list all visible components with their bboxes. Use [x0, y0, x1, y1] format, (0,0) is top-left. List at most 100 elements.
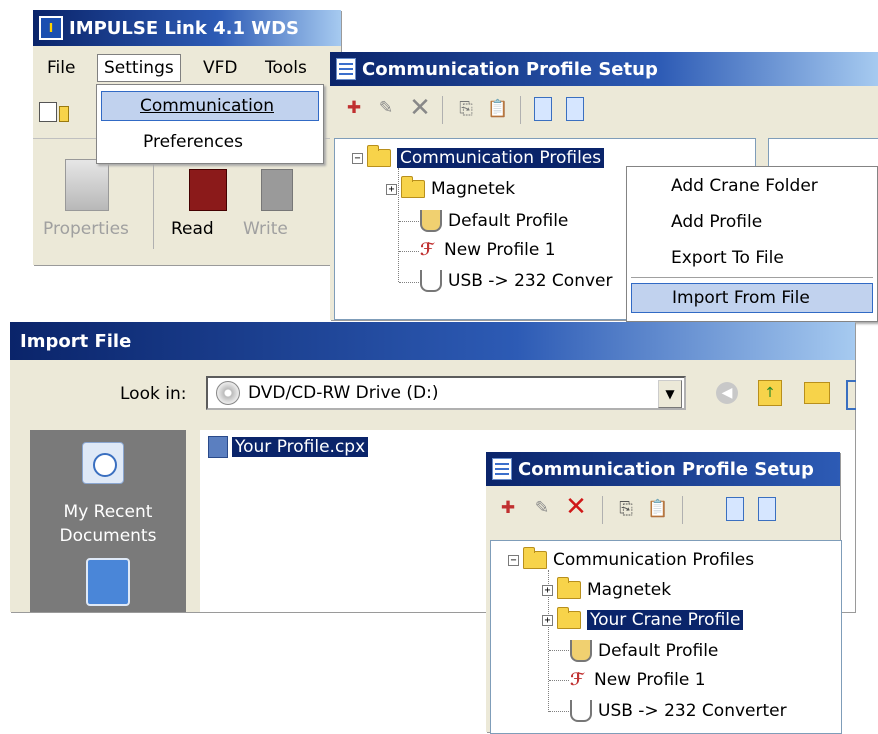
tree-item-magnetek[interactable]: + Magnetek: [542, 577, 672, 600]
edit-icon[interactable]: ✎: [374, 98, 398, 118]
paste-icon[interactable]: 📋: [646, 498, 670, 520]
toolbar-separator: [520, 96, 521, 124]
places-bar: My Recent Documents: [30, 430, 186, 612]
new-file-icon[interactable]: [39, 102, 57, 122]
import-icon[interactable]: [722, 496, 748, 522]
toolbar-separator: [442, 96, 443, 124]
view-menu-icon[interactable]: [846, 380, 856, 410]
comm-setup-top-titlebar: Communication Profile Setup: [330, 52, 878, 86]
tree-item-label: Magnetek: [587, 580, 672, 600]
paste-icon[interactable]: 📋: [486, 98, 510, 120]
expand-icon[interactable]: +: [386, 183, 397, 195]
context-item-add-crane-folder[interactable]: Add Crane Folder: [631, 171, 873, 201]
menu-item-communication-label: Communication: [140, 96, 274, 116]
copy-icon[interactable]: ⎘: [454, 98, 478, 120]
menu-item-preferences[interactable]: Preferences: [101, 127, 319, 157]
properties-icon[interactable]: [65, 159, 109, 211]
expand-icon[interactable]: +: [542, 614, 553, 626]
comm-setup-bottom-toolbar: ✚ ✎ ✕ ⎘ 📋: [486, 490, 840, 530]
read-button-label[interactable]: Read: [171, 219, 214, 239]
context-item-label: Export To File: [671, 248, 784, 268]
tree-item-label: Default Profile: [598, 641, 719, 661]
toolbar-separator: [153, 149, 154, 249]
open-folder-icon[interactable]: [59, 106, 69, 122]
tree-item-new-profile-1[interactable]: ℱ New Profile 1: [420, 240, 556, 260]
window-icon: [336, 58, 356, 80]
file-icon: [208, 436, 228, 458]
folder-open-icon: [367, 145, 391, 167]
menu-settings[interactable]: Settings: [97, 54, 181, 82]
chevron-down-icon[interactable]: ▼: [658, 380, 682, 408]
menu-item-communication[interactable]: Communication: [101, 91, 319, 121]
context-item-export-to-file[interactable]: Export To File: [631, 243, 873, 273]
recent-documents-icon[interactable]: [82, 442, 124, 484]
tree-root[interactable]: − Communication Profiles: [508, 547, 755, 570]
comm-setup-top-title: Communication Profile Setup: [362, 58, 658, 80]
back-icon[interactable]: ◀: [716, 382, 738, 404]
add-profile-icon[interactable]: ✚: [496, 498, 520, 518]
import-dialog-title: Import File: [20, 330, 132, 352]
new-folder-icon[interactable]: [804, 382, 830, 404]
edit-icon[interactable]: ✎: [530, 498, 554, 518]
cable-icon: [570, 640, 592, 662]
export-icon[interactable]: [562, 96, 588, 122]
desktop-icon[interactable]: [86, 558, 130, 606]
comm-setup-bottom-titlebar: Communication Profile Setup: [486, 452, 840, 486]
collapse-icon[interactable]: −: [352, 152, 363, 164]
context-item-import-from-file[interactable]: Import From File: [631, 283, 873, 313]
new-cable-icon: ℱ: [420, 240, 434, 260]
tree-item-new-profile-1[interactable]: ℱ New Profile 1: [570, 670, 706, 690]
context-item-label: Add Crane Folder: [671, 176, 818, 196]
menu-vfd[interactable]: VFD: [203, 58, 238, 78]
export-icon[interactable]: [754, 496, 780, 522]
cable-icon: [570, 700, 592, 722]
toolbar-separator: [602, 496, 603, 524]
tree-root-label: Communication Profiles: [553, 550, 755, 570]
tree-item-usb-converter[interactable]: USB -> 232 Conver: [420, 270, 613, 292]
context-menu: Add Crane Folder Add Profile Export To F…: [626, 166, 878, 322]
menu-tools[interactable]: Tools: [265, 58, 307, 78]
menu-separator: [631, 277, 873, 278]
expand-icon[interactable]: +: [542, 584, 553, 596]
tree-item-usb-converter[interactable]: USB -> 232 Converter: [570, 700, 787, 722]
tree-item-label: Your Crane Profile: [587, 610, 744, 630]
write-button-label[interactable]: Write: [243, 219, 288, 239]
import-dialog-titlebar: Import File: [10, 322, 855, 360]
places-label: My Recent Documents: [59, 502, 157, 546]
menu-file[interactable]: File: [47, 58, 75, 78]
properties-button-label[interactable]: Properties: [43, 219, 129, 239]
cable-icon: [420, 210, 442, 232]
tree-item-label: New Profile 1: [444, 240, 556, 260]
comm-setup-bottom-title: Communication Profile Setup: [518, 458, 814, 480]
delete-icon[interactable]: ✕: [406, 93, 434, 123]
folder-open-icon: [523, 547, 547, 569]
file-item-your-profile[interactable]: Your Profile.cpx: [208, 436, 369, 458]
look-in-value: DVD/CD-RW Drive (D:): [248, 383, 439, 403]
places-item-recent-documents[interactable]: My Recent Documents: [30, 500, 186, 548]
look-in-label: Look in:: [120, 384, 187, 404]
tree-item-default-profile[interactable]: Default Profile: [570, 640, 718, 662]
collapse-icon[interactable]: −: [508, 554, 519, 566]
context-item-add-profile[interactable]: Add Profile: [631, 207, 873, 237]
read-icon[interactable]: [189, 169, 227, 211]
folder-icon: [557, 577, 581, 599]
comm-setup-top-toolbar: ✚ ✎ ✕ ⎘ 📋: [330, 88, 878, 132]
cd-drive-icon: [216, 381, 240, 405]
tree-item-magnetek[interactable]: + Magnetek: [386, 176, 516, 199]
look-in-select[interactable]: DVD/CD-RW Drive (D:) ▼: [206, 376, 686, 410]
new-cable-icon: ℱ: [570, 670, 584, 690]
tree-root[interactable]: − Communication Profiles: [352, 145, 605, 168]
up-folder-icon[interactable]: ↑: [758, 380, 782, 406]
tree-root-label: Communication Profiles: [397, 148, 605, 168]
tree-item-default-profile[interactable]: Default Profile: [420, 210, 568, 232]
import-icon[interactable]: [530, 96, 556, 122]
write-icon[interactable]: [261, 169, 293, 211]
tree-item-label: Magnetek: [431, 179, 516, 199]
delete-icon[interactable]: ✕: [562, 492, 590, 522]
context-item-label: Import From File: [672, 288, 810, 308]
tree-item-your-crane-profile[interactable]: + Your Crane Profile: [542, 607, 744, 630]
main-window-title: IMPULSE Link 4.1 WDS: [69, 17, 300, 39]
toolbar-separator: [682, 496, 683, 524]
copy-icon[interactable]: ⎘: [614, 498, 638, 520]
add-profile-icon[interactable]: ✚: [342, 98, 366, 118]
